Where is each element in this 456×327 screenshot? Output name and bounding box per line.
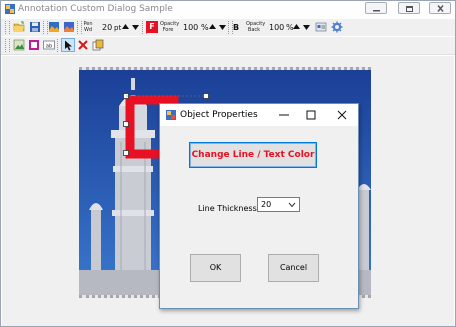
toolbar-grip[interactable] xyxy=(5,39,10,52)
dialog-app-icon xyxy=(166,110,176,120)
minimize-icon xyxy=(373,10,380,12)
text-box-icon[interactable]: ab xyxy=(43,39,55,51)
svg-text:ab: ab xyxy=(46,43,52,49)
dialog-title: Object Properties xyxy=(180,110,258,120)
line-thickness-label: Line Thickness xyxy=(198,204,257,213)
window-title: Annotation Custom Dialog Sample xyxy=(18,4,173,14)
dialog-maximize-icon[interactable] xyxy=(305,109,317,121)
opacity-fore-value[interactable]: 100 xyxy=(183,23,198,32)
opacity-back-value[interactable]: 100 xyxy=(269,23,284,32)
toolbar-annotation: ab xyxy=(1,37,455,55)
increase-arrow-icon[interactable] xyxy=(121,21,130,33)
line-thickness-value: 20 xyxy=(261,200,272,209)
copy-icon[interactable] xyxy=(92,39,104,51)
change-color-button[interactable]: Change Line / Text Color xyxy=(189,142,317,168)
restore-button[interactable] xyxy=(398,2,420,14)
settings-gear-icon[interactable] xyxy=(331,21,343,33)
image-icon[interactable] xyxy=(48,21,60,33)
decrease-arrow-icon[interactable] xyxy=(131,21,140,33)
ok-button[interactable]: OK xyxy=(190,254,241,282)
decrease-arrow-icon[interactable] xyxy=(302,21,311,33)
select-tool-button[interactable] xyxy=(61,38,75,52)
minimize-button[interactable] xyxy=(365,2,387,14)
dialog-minimize-icon[interactable] xyxy=(278,109,290,121)
close-icon xyxy=(437,5,444,12)
increase-arrow-icon[interactable] xyxy=(208,21,217,33)
toolbar-grip[interactable] xyxy=(5,21,10,34)
dialog-close-icon[interactable] xyxy=(336,109,348,121)
bold-icon[interactable]: B xyxy=(233,23,239,32)
cancel-button[interactable]: Cancel xyxy=(268,254,319,282)
close-button[interactable] xyxy=(429,2,451,14)
decrease-arrow-icon[interactable] xyxy=(218,21,227,33)
font-color-icon[interactable]: F xyxy=(146,21,158,33)
title-bar[interactable]: Annotation Custom Dialog Sample xyxy=(1,1,455,18)
increase-arrow-icon[interactable] xyxy=(292,21,301,33)
app-icon xyxy=(5,4,15,14)
image-save-icon[interactable] xyxy=(63,21,75,33)
open-folder-icon[interactable] xyxy=(13,21,25,33)
chevron-down-icon xyxy=(288,202,296,208)
line-thickness-select[interactable]: 20 xyxy=(257,197,300,212)
object-properties-dialog: Object Properties Change Line / Text Col… xyxy=(159,103,359,309)
save-icon[interactable] xyxy=(29,21,41,33)
delete-icon[interactable] xyxy=(77,39,89,51)
dialog-title-bar[interactable]: Object Properties xyxy=(160,104,358,126)
select-pointer-icon xyxy=(65,40,72,51)
restore-icon xyxy=(406,6,413,12)
properties-icon[interactable] xyxy=(315,21,327,33)
pen-width-value[interactable]: 20 xyxy=(102,23,112,32)
picture-icon[interactable] xyxy=(13,39,25,51)
toolbar-main: Pen Wd 20 pt F Opacity Fore 100 % B Opac… xyxy=(1,19,455,36)
rectangle-tool-icon[interactable] xyxy=(28,39,40,51)
